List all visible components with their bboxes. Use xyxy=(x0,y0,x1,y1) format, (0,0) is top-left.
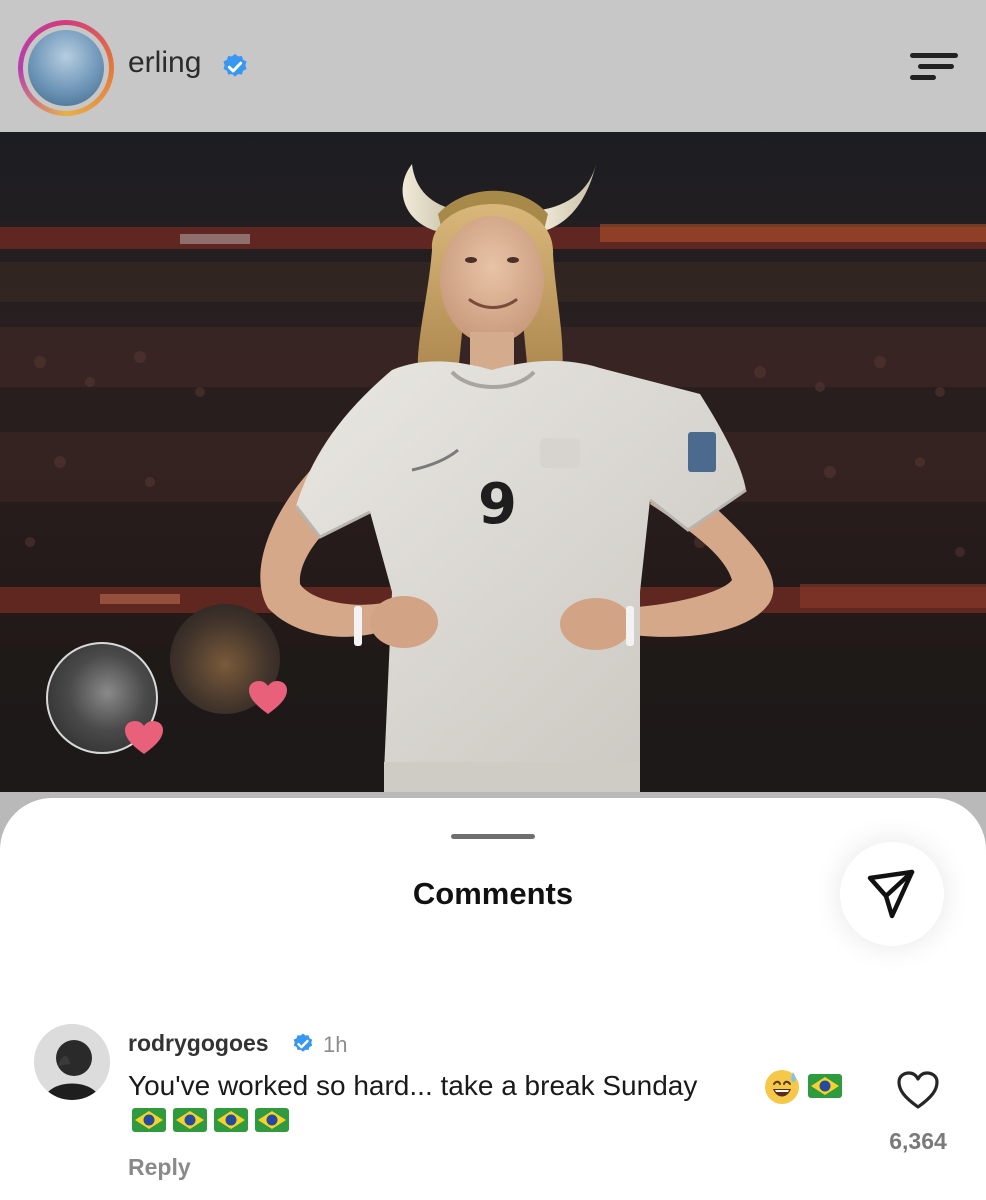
brazil-flag-icon xyxy=(173,1108,207,1132)
heart-icon xyxy=(249,681,287,714)
avatar-image xyxy=(28,30,104,106)
sweat-smile-emoji-icon xyxy=(765,1070,799,1104)
profile-header: erling xyxy=(0,0,986,132)
drag-handle[interactable] xyxy=(451,834,535,839)
send-icon xyxy=(867,869,915,919)
share-button[interactable] xyxy=(840,842,944,946)
menu-icon[interactable] xyxy=(906,50,958,82)
commenter-avatar[interactable] xyxy=(34,1024,110,1100)
verified-badge-icon xyxy=(293,1033,313,1052)
comments-sheet: Comments rodrygogoes 1h You've worked so… xyxy=(0,798,986,1200)
avatar-border xyxy=(23,25,109,111)
comment-text: You've worked so hard... take a break Su… xyxy=(128,1070,698,1101)
profile-avatar[interactable] xyxy=(18,20,114,116)
comment-timestamp: 1h xyxy=(323,1032,348,1057)
brazil-flag-icon xyxy=(214,1108,248,1132)
heart-icon xyxy=(125,721,163,754)
profile-username[interactable]: erling xyxy=(128,46,201,80)
heart-like-icon[interactable] xyxy=(896,1070,940,1110)
avatar xyxy=(34,1024,110,1100)
reply-button[interactable]: Reply xyxy=(128,1154,191,1181)
verified-badge-icon xyxy=(223,53,247,77)
comment-username[interactable]: rodrygogoes xyxy=(128,1030,269,1057)
sheet-title: Comments xyxy=(412,876,574,911)
post-photo[interactable]: 9 xyxy=(0,132,986,792)
jersey-number: 9 xyxy=(478,472,517,537)
brazil-flag-icon xyxy=(808,1074,842,1098)
like-count: 6,364 xyxy=(889,1128,947,1154)
brazil-flag-icon xyxy=(132,1108,166,1132)
brazil-flag-icon xyxy=(255,1108,289,1132)
